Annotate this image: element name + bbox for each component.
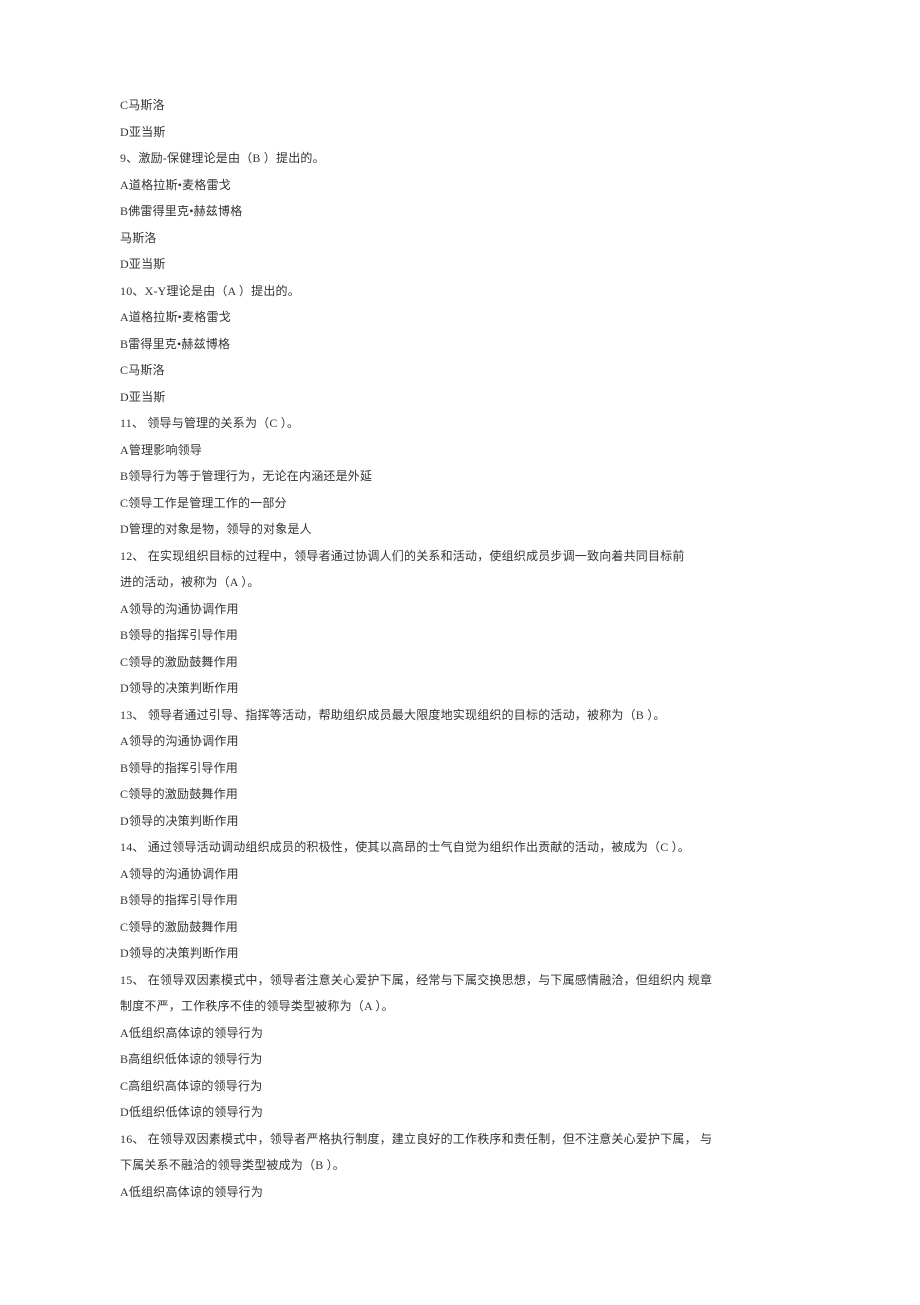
text-line: B领导的指挥引导作用 (120, 887, 800, 914)
text-line: 13、 领导者通过引导、指挥等活动，帮助组织成员最大限度地实现组织的目标的活动，… (120, 702, 800, 729)
text-line: D低组织低体谅的领导行为 (120, 1099, 800, 1126)
text-line: B领导行为等于管理行为，无论在内涵还是外延 (120, 463, 800, 490)
text-line: A道格拉斯•麦格雷戈 (120, 172, 800, 199)
text-line: D领导的决策判断作用 (120, 675, 800, 702)
text-line: B雷得里克•赫兹博格 (120, 331, 800, 358)
text-line: C马斯洛 (120, 357, 800, 384)
text-line: A低组织高体谅的领导行为 (120, 1179, 800, 1206)
text-line: 进的活动，被称为（A ）。 (120, 569, 800, 596)
text-line: 9、激励-保健理论是由（B ）提出的。 (120, 145, 800, 172)
text-line: 制度不严，工作秩序不佳的领导类型被称为（A ）。 (120, 993, 800, 1020)
text-line: B领导的指挥引导作用 (120, 622, 800, 649)
text-line: 12、 在实现组织目标的过程中，领导者通过协调人们的关系和活动，使组织成员步调一… (120, 543, 800, 570)
text-line: B领导的指挥引导作用 (120, 755, 800, 782)
text-line: B佛雷得里克•赫兹博格 (120, 198, 800, 225)
text-line: 马斯洛 (120, 225, 800, 252)
text-line: D领导的决策判断作用 (120, 808, 800, 835)
text-line: A领导的沟通协调作用 (120, 596, 800, 623)
text-line: C马斯洛 (120, 92, 800, 119)
text-line: A领导的沟通协调作用 (120, 861, 800, 888)
text-line: C高组织高体谅的领导行为 (120, 1073, 800, 1100)
text-line: 下属关系不融洽的领导类型被成为（B ）。 (120, 1152, 800, 1179)
text-line: C领导的激励鼓舞作用 (120, 649, 800, 676)
text-line: C领导工作是管理工作的一部分 (120, 490, 800, 517)
text-line: B高组织低体谅的领导行为 (120, 1046, 800, 1073)
text-line: A领导的沟通协调作用 (120, 728, 800, 755)
document-page: C马斯洛D亚当斯9、激励-保健理论是由（B ）提出的。A道格拉斯•麦格雷戈B佛雷… (0, 0, 920, 1305)
text-line: D管理的对象是物，领导的对象是人 (120, 516, 800, 543)
text-line: 15、 在领导双因素模式中，领导者注意关心爱护下属，经常与下属交换思想，与下属感… (120, 967, 800, 994)
text-line: C领导的激励鼓舞作用 (120, 914, 800, 941)
text-line: 14、 通过领导活动调动组织成员的积极性，使其以高昂的士气自觉为组织作出贡献的活… (120, 834, 800, 861)
text-line: 16、 在领导双因素模式中，领导者严格执行制度，建立良好的工作秩序和责任制，但不… (120, 1126, 800, 1153)
text-content: C马斯洛D亚当斯9、激励-保健理论是由（B ）提出的。A道格拉斯•麦格雷戈B佛雷… (120, 92, 800, 1205)
text-line: 10、X-Y理论是由（A ）提出的。 (120, 278, 800, 305)
text-line: D领导的决策判断作用 (120, 940, 800, 967)
text-line: 11、 领导与管理的关系为（C ）。 (120, 410, 800, 437)
text-line: D亚当斯 (120, 251, 800, 278)
text-line: D亚当斯 (120, 384, 800, 411)
text-line: C领导的激励鼓舞作用 (120, 781, 800, 808)
text-line: D亚当斯 (120, 119, 800, 146)
text-line: A低组织高体谅的领导行为 (120, 1020, 800, 1047)
text-line: A道格拉斯•麦格雷戈 (120, 304, 800, 331)
text-line: A管理影响领导 (120, 437, 800, 464)
